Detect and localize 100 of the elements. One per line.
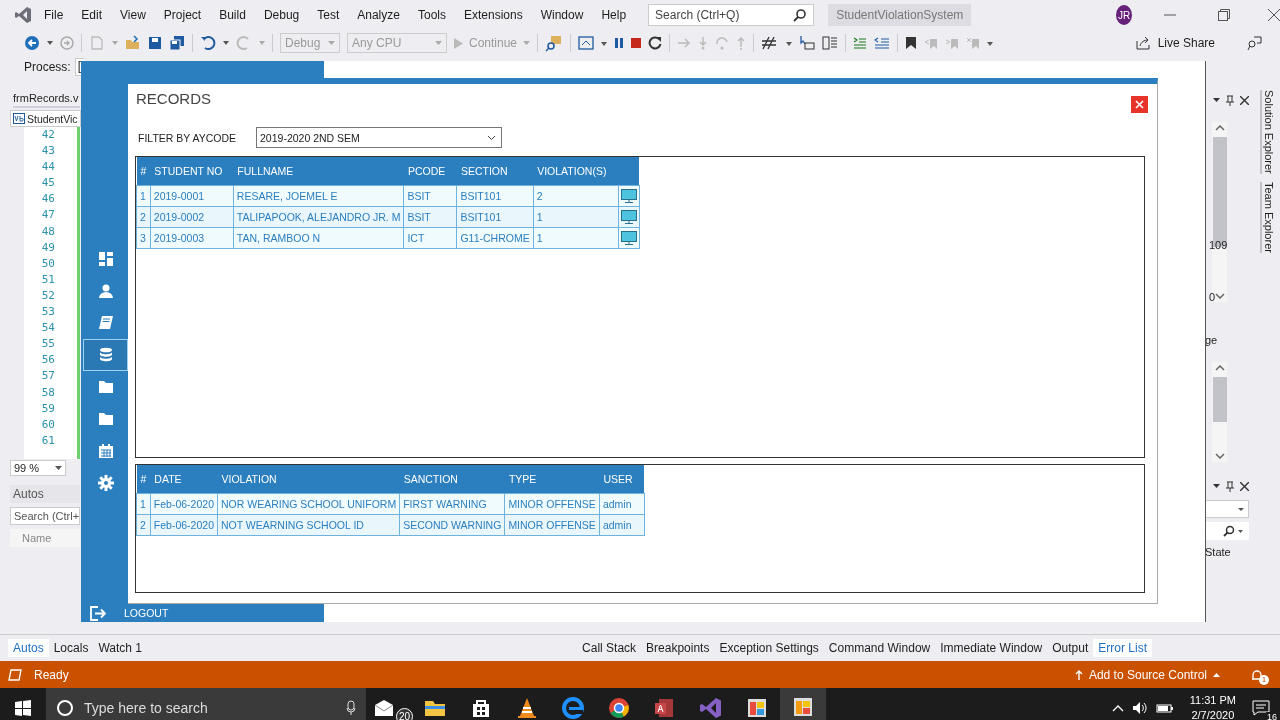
menu-item[interactable]: Debug [263, 8, 300, 22]
sidebar-button[interactable] [83, 339, 128, 372]
window-app-icon[interactable] [791, 695, 815, 719]
column-header[interactable]: SECTION [456, 157, 534, 186]
live-share-button[interactable]: Live Share [1135, 36, 1215, 50]
dropdown-icon[interactable] [987, 40, 994, 46]
close-button[interactable] [1131, 96, 1148, 114]
search-field[interactable]: Search (Ctrl+ [10, 507, 80, 525]
scrollbar[interactable] [1212, 362, 1227, 462]
undo-icon[interactable] [200, 35, 216, 51]
scroll-up-icon[interactable] [1214, 125, 1225, 131]
windows-start-icon[interactable] [15, 700, 31, 716]
menu-item[interactable]: Window [540, 8, 584, 22]
visual-studio-icon[interactable] [699, 696, 723, 720]
speaker-icon[interactable] [1131, 701, 1148, 715]
bell-icon[interactable] [1250, 668, 1264, 681]
indent-icon[interactable] [853, 37, 868, 49]
pause-icon[interactable] [614, 37, 625, 49]
source-control-button[interactable]: Add to Source Control [1074, 667, 1220, 682]
browser-e-icon[interactable] [561, 696, 585, 720]
traffic-cone-icon[interactable] [515, 696, 539, 720]
clock[interactable]: 11:31 PM 2/7/2020 [1189, 693, 1236, 720]
menu-item[interactable]: Test [317, 8, 340, 22]
search-field[interactable]: Search (Ctrl+Q) [648, 4, 815, 26]
open-folder-icon[interactable] [125, 35, 141, 51]
column-header[interactable]: TYPE [504, 465, 600, 494]
scroll-down-icon[interactable] [1214, 293, 1225, 299]
action-center-icon[interactable] [1252, 700, 1270, 716]
panel-tab[interactable]: Call Stack [577, 639, 642, 657]
menu-item[interactable]: Tools [417, 8, 446, 22]
panel-tab[interactable]: Locals [48, 639, 94, 657]
dropdown-icon[interactable] [47, 41, 53, 45]
column-header[interactable]: SANCTION [399, 465, 505, 494]
window-app-icon[interactable] [745, 696, 769, 720]
bookmark-icon[interactable] [905, 36, 918, 50]
panel-tab[interactable]: Autos [8, 639, 49, 657]
aycode-dropdown[interactable]: 2019-2020 2ND SEM [256, 127, 503, 149]
save-all-icon[interactable] [169, 35, 185, 51]
zoom-dropdown[interactable]: 99 % [10, 460, 66, 476]
close-icon[interactable] [1240, 95, 1249, 105]
pin-icon[interactable] [1226, 480, 1234, 492]
find-icon[interactable] [545, 34, 564, 52]
outdent-icon[interactable] [874, 37, 891, 49]
user-avatar[interactable]: JR [1116, 5, 1132, 25]
panel-tab[interactable]: Command Window [823, 639, 936, 657]
dropdown-icon[interactable] [601, 40, 608, 46]
column-header[interactable]: DATE [150, 465, 218, 494]
column-header[interactable]: VIOLATION(S) [533, 157, 619, 186]
view-button[interactable] [618, 185, 640, 207]
menu-item[interactable]: Analyze [357, 8, 400, 22]
side-tab[interactable]: Solution Explorer [1260, 90, 1275, 174]
panel-tab[interactable]: Breakpoints [641, 639, 715, 657]
dropdown-icon[interactable] [786, 40, 793, 46]
taskbar-search-field[interactable]: Type here to search [46, 688, 366, 720]
panel-tab[interactable]: Output [1047, 639, 1094, 657]
restart-icon[interactable] [648, 36, 663, 50]
browser-ring-icon[interactable] [607, 696, 631, 720]
menu-item[interactable]: File [44, 8, 64, 22]
column-header[interactable]: STUDENT NO [150, 157, 234, 186]
panel-tab[interactable]: Watch 1 [93, 639, 147, 657]
battery-icon[interactable] [1155, 702, 1174, 714]
dropdown[interactable] [1205, 500, 1249, 518]
back-icon[interactable] [24, 35, 40, 51]
panel-tab[interactable]: Immediate Window [935, 639, 1048, 657]
logout-button[interactable]: LOGOUT [81, 605, 169, 621]
dropdown-icon[interactable] [223, 41, 229, 45]
menu-item[interactable]: Project [163, 8, 202, 22]
search-field[interactable] [1205, 522, 1249, 540]
side-tab[interactable]: Team Explorer [1260, 181, 1275, 253]
browser-icon[interactable] [578, 35, 595, 51]
navigation-dropdown[interactable]: StudentVic [10, 110, 81, 127]
column-header[interactable]: USER [599, 465, 645, 494]
columns-icon[interactable] [822, 35, 839, 51]
mail-icon[interactable] [374, 698, 394, 718]
code-editor[interactable]: 42 43 44 45 46 47 48 49 50 51 52 53 54 55 56 57 58 59 60 61 [24, 127, 80, 459]
cursor-box-icon[interactable] [799, 35, 816, 51]
restore-icon[interactable] [1218, 9, 1230, 21]
scroll-down-icon[interactable] [1214, 453, 1225, 459]
panel-tab[interactable]: Error List [1093, 639, 1152, 657]
dropdown-icon[interactable] [1213, 98, 1220, 102]
save-icon[interactable] [148, 36, 162, 50]
column-header[interactable]: VIOLATION [217, 465, 400, 494]
column-header[interactable]: # [136, 157, 151, 186]
menu-item[interactable]: Build [219, 8, 246, 22]
close-icon[interactable] [1268, 9, 1280, 21]
menu-item[interactable]: Extensions [464, 8, 523, 22]
dropdown-icon[interactable] [1213, 484, 1220, 488]
menu-item[interactable]: View [120, 8, 146, 22]
column-header[interactable]: PCODE [403, 157, 457, 186]
column-header[interactable]: FULLNAME [233, 157, 404, 186]
menu-item[interactable]: Edit [81, 8, 103, 22]
scroll-up-icon[interactable] [1214, 365, 1225, 371]
panel-tab[interactable]: Exception Settings [714, 639, 824, 657]
stop-icon[interactable] [631, 38, 642, 48]
close-icon[interactable] [1240, 481, 1249, 491]
column-header[interactable]: # [136, 465, 151, 494]
pin-icon[interactable] [1226, 94, 1234, 106]
menu-item[interactable]: Help [601, 8, 627, 22]
feedback-icon[interactable] [1246, 35, 1262, 51]
chevron-up-icon[interactable] [1111, 704, 1124, 712]
